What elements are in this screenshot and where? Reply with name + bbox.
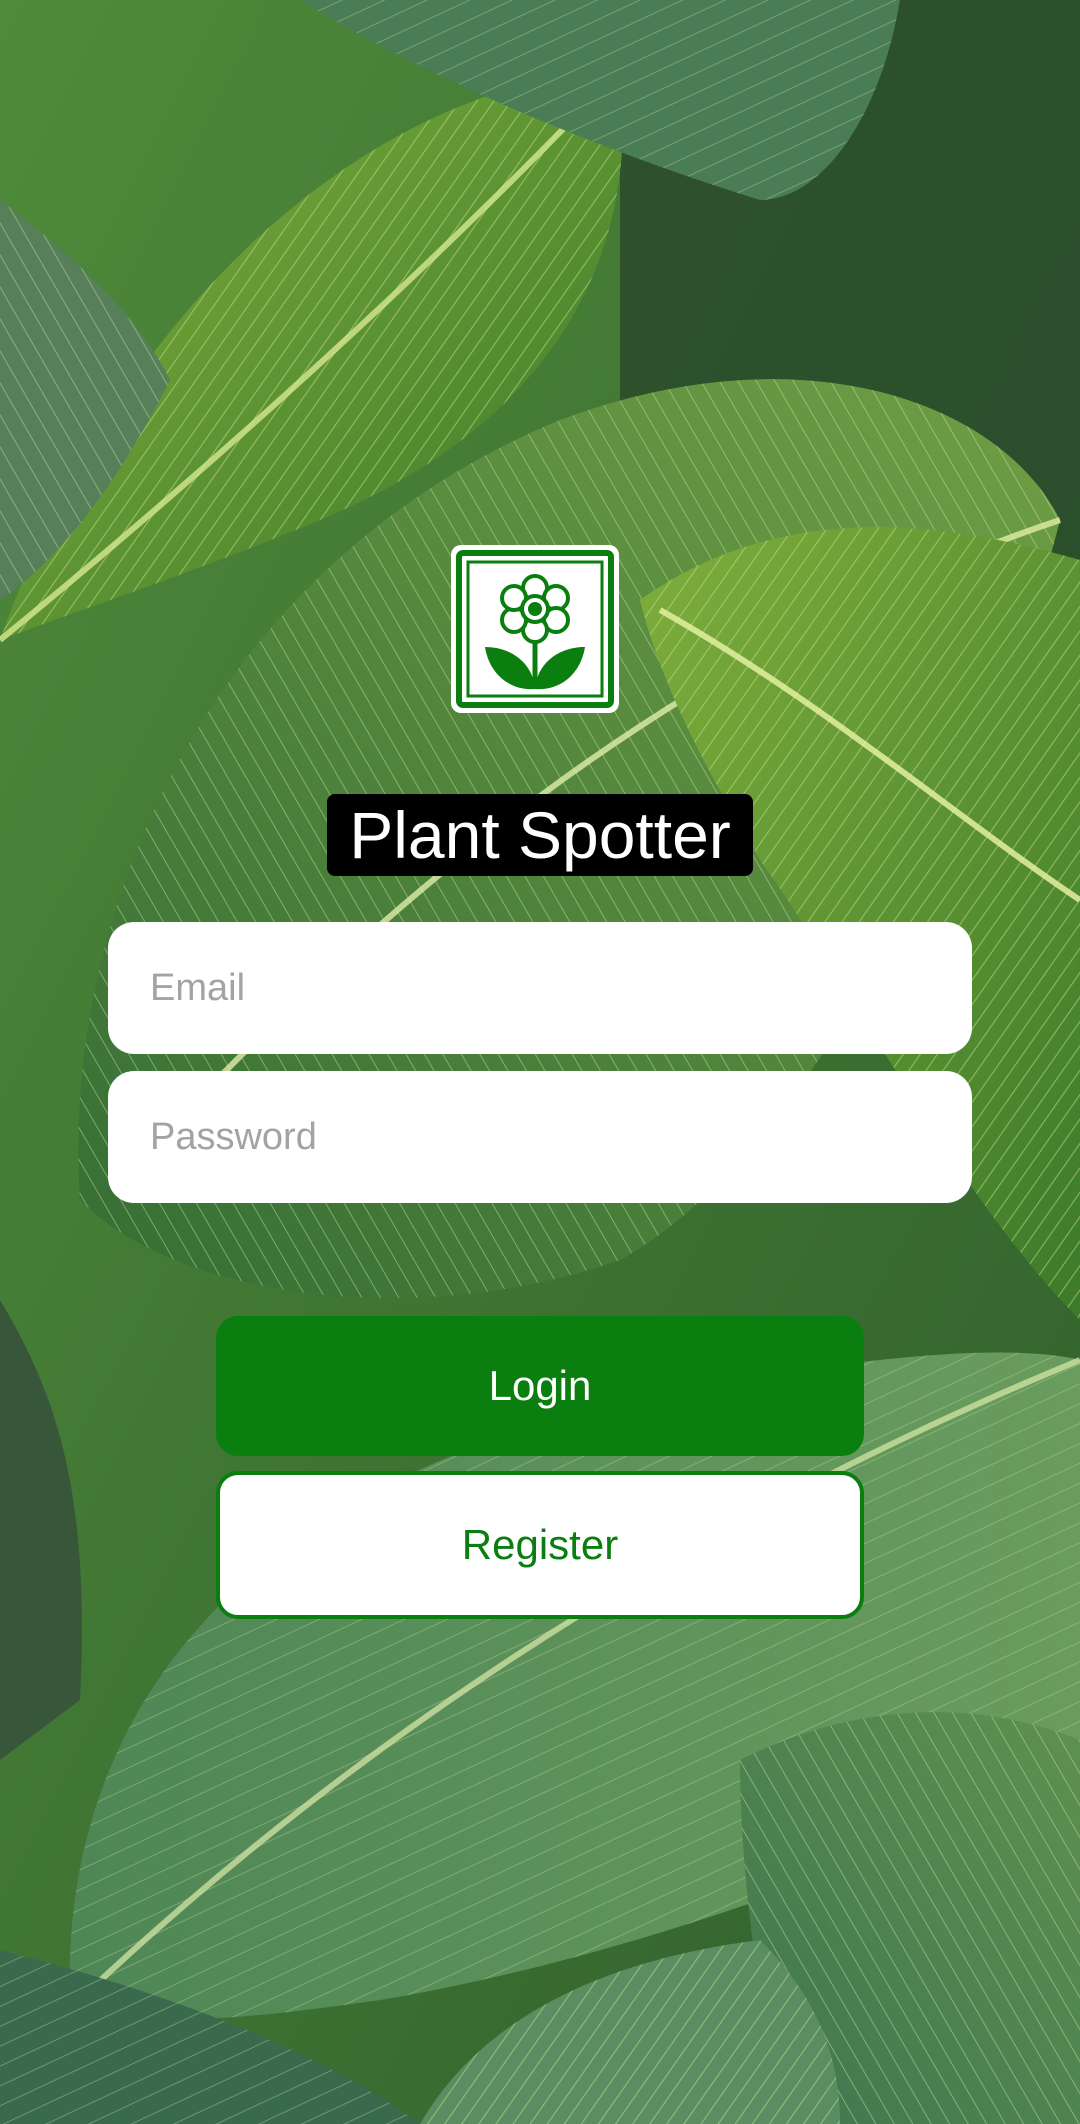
app-title: Plant Spotter [327,794,753,876]
register-button[interactable]: Register [216,1471,864,1619]
email-field[interactable] [108,922,972,1054]
title-wrapper: Plant Spotter [0,794,1080,876]
login-screen: Plant Spotter Login Register [0,0,1080,2124]
password-field[interactable] [108,1071,972,1203]
flower-icon [451,545,619,713]
leaf-background-image [0,0,1080,2124]
login-button[interactable]: Login [216,1316,864,1456]
